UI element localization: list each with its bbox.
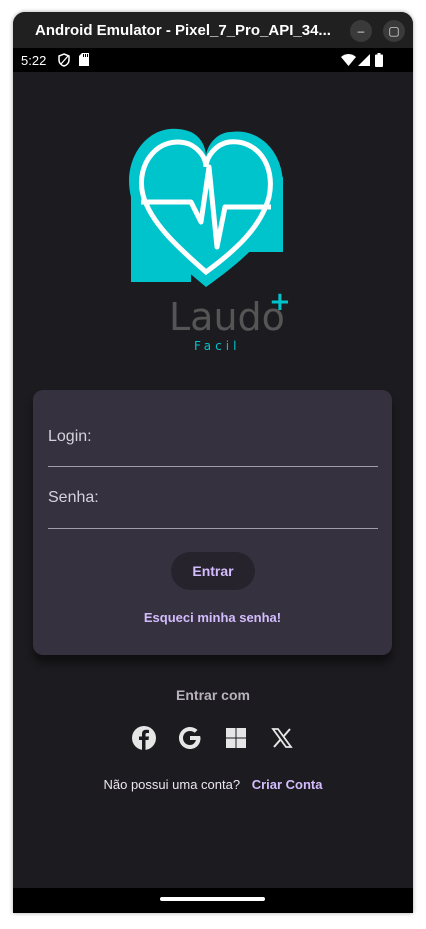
navigation-bar — [13, 888, 413, 913]
shield-icon — [58, 53, 70, 67]
emulator-window: Android Emulator - Pixel_7_Pro_API_34...… — [13, 12, 413, 913]
password-field[interactable]: Senha: — [48, 489, 99, 507]
laudo-facil-logo: Laudo + Facil — [129, 128, 291, 352]
sd-card-icon — [79, 53, 89, 66]
x-icon[interactable] — [268, 724, 296, 752]
windows-icon[interactable] — [222, 724, 250, 752]
login-button[interactable]: Entrar — [171, 552, 255, 590]
wifi-icon — [341, 54, 356, 66]
logo-plus: + — [269, 287, 291, 317]
status-time: 5:22 — [21, 53, 47, 68]
maximize-button[interactable]: ▢ — [383, 20, 405, 42]
signup-question: Não possui uma conta? — [103, 777, 241, 792]
signup-row: Não possui uma conta? Criar Conta — [13, 777, 413, 792]
window-title-bar: Android Emulator - Pixel_7_Pro_API_34...… — [13, 12, 413, 48]
login-field[interactable]: Login: — [48, 428, 92, 446]
gesture-handle[interactable] — [160, 897, 265, 901]
window-title: Android Emulator - Pixel_7_Pro_API_34... — [35, 22, 331, 39]
logo-word: Laudo — [169, 295, 285, 339]
login-card: Login: Senha: Entrar Esqueci minha senha… — [33, 390, 392, 655]
google-icon[interactable] — [176, 724, 204, 752]
signal-icon — [358, 54, 370, 66]
battery-icon — [375, 53, 383, 67]
status-bar: 5:22 — [13, 48, 413, 72]
password-field-underline — [48, 528, 378, 529]
app-screen: Laudo + Facil Login: Senha: Entrar Esque… — [13, 72, 413, 888]
create-account-link[interactable]: Criar Conta — [252, 777, 323, 792]
forgot-password-link[interactable]: Esqueci minha senha! — [33, 610, 392, 625]
minimize-button[interactable]: – — [350, 20, 372, 42]
login-field-underline — [48, 466, 378, 467]
facebook-icon[interactable] — [130, 724, 158, 752]
social-login-heading: Entrar com — [176, 687, 250, 703]
logo-subtitle: Facil — [194, 339, 240, 352]
